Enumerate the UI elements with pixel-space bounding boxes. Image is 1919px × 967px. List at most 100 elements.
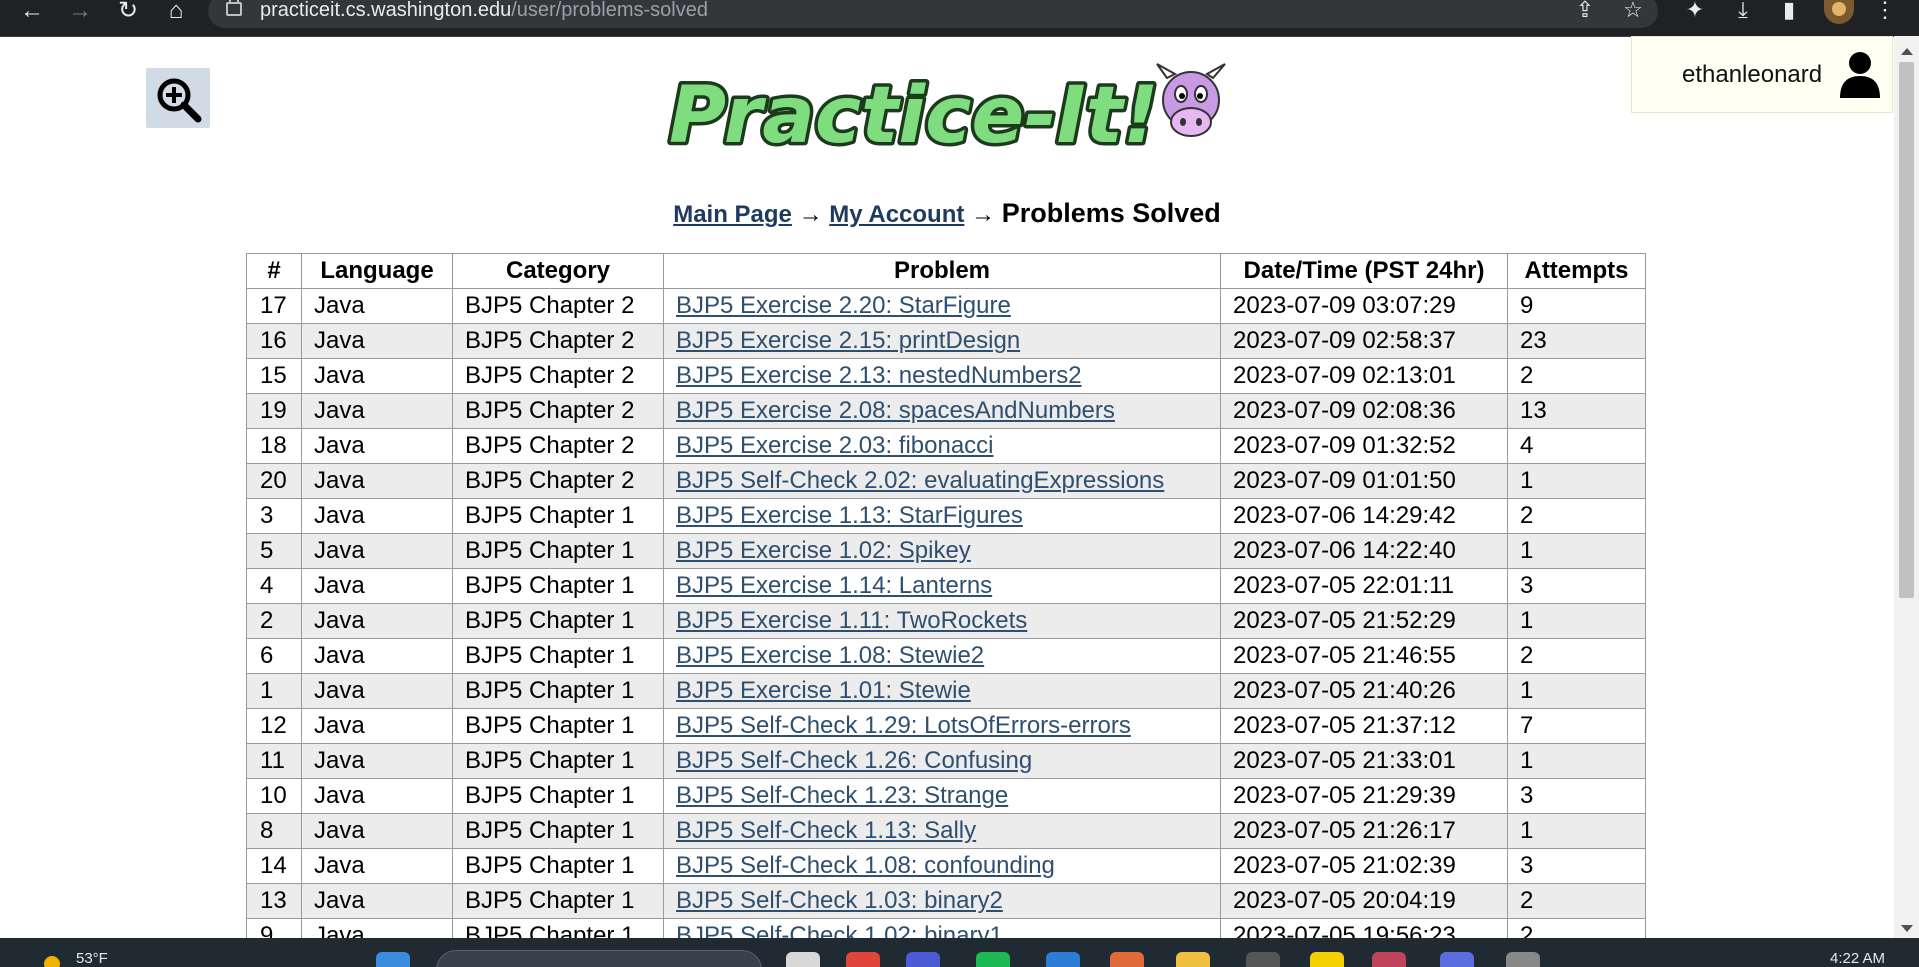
spotify-taskbar-icon[interactable] [976, 952, 1010, 967]
problem-link[interactable]: BJP5 Self-Check 2.02: evaluatingExpressi… [676, 467, 1164, 494]
row-attempts: 9 [1507, 288, 1646, 324]
row-problem: BJP5 Exercise 1.08: Stewie2 [663, 638, 1221, 674]
row-language: Java [301, 813, 453, 849]
taskbar-app-icon[interactable] [1246, 952, 1280, 967]
problem-link[interactable]: BJP5 Self-Check 1.29: LotsOfErrors-error… [676, 712, 1131, 739]
username[interactable]: ethanleonard [1682, 61, 1822, 89]
problem-link[interactable]: BJP5 Exercise 1.14: Lanterns [676, 572, 992, 599]
breadcrumb-arrow: → [798, 201, 823, 228]
row-number: 13 [246, 883, 302, 919]
row-number: 15 [246, 358, 302, 394]
row-problem: BJP5 Exercise 2.13: nestedNumbers2 [663, 358, 1221, 394]
row-language: Java [301, 743, 453, 779]
row-problem: BJP5 Exercise 2.08: spacesAndNumbers [663, 393, 1221, 429]
breadcrumb-my-account-link[interactable]: My Account [829, 201, 964, 228]
row-category: BJP5 Chapter 1 [452, 848, 664, 884]
chrome-taskbar-icon[interactable] [846, 952, 880, 967]
row-number: 11 [246, 743, 302, 779]
row-language: Java [301, 708, 453, 744]
row-language: Java [301, 288, 453, 324]
problem-link[interactable]: BJP5 Self-Check 1.03: binary2 [676, 887, 1003, 914]
taskbar-app-icon[interactable] [786, 952, 820, 967]
row-language: Java [301, 638, 453, 674]
row-problem: BJP5 Exercise 2.20: StarFigure [663, 288, 1221, 324]
url-text[interactable]: practiceit.cs.washington.edu/user/proble… [260, 0, 708, 22]
row-attempts: 7 [1507, 708, 1646, 744]
kebab-menu-icon[interactable]: ⋮ [1870, 0, 1900, 22]
problem-link[interactable]: BJP5 Self-Check 1.08: confounding [676, 852, 1055, 879]
breadcrumb: Main Page → My Account → Problems Solved [0, 198, 1894, 229]
taskbar-search[interactable] [436, 950, 762, 967]
row-language: Java [301, 498, 453, 534]
row-number: 3 [246, 498, 302, 534]
profile-avatar-icon[interactable] [1824, 0, 1854, 24]
home-icon[interactable]: ⌂ [158, 0, 194, 26]
windows-start-icon[interactable] [376, 952, 410, 967]
header-language: Language [301, 253, 453, 289]
problem-link[interactable]: BJP5 Exercise 2.13: nestedNumbers2 [676, 362, 1082, 389]
row-problem: BJP5 Self-Check 1.03: binary2 [663, 883, 1221, 919]
taskbar-clock[interactable]: 4:22 AM [1830, 950, 1885, 967]
side-panel-icon[interactable]: ▮ [1774, 0, 1804, 22]
page-scrollbar[interactable] [1894, 36, 1919, 938]
row-number: 5 [246, 533, 302, 569]
star-icon[interactable]: ☆ [1618, 0, 1648, 22]
reload-icon[interactable]: ↻ [110, 0, 146, 26]
download-icon[interactable]: ⤓ [1728, 0, 1758, 22]
practice-it-logo[interactable]: Practice-It! Practice-It! [665, 56, 1235, 165]
row-number: 4 [246, 568, 302, 604]
row-category: BJP5 Chapter 2 [452, 323, 664, 359]
breadcrumb-main-page-link[interactable]: Main Page [673, 201, 792, 228]
scroll-up-arrow-icon[interactable] [1901, 48, 1913, 55]
problem-link[interactable]: BJP5 Exercise 2.15: printDesign [676, 327, 1020, 354]
problem-link[interactable]: BJP5 Exercise 1.13: StarFigures [676, 502, 1023, 529]
back-arrow-icon[interactable]: ← [14, 0, 50, 26]
problem-link[interactable]: BJP5 Self-Check 1.26: Confusing [676, 747, 1032, 774]
row-problem: BJP5 Exercise 2.03: fibonacci [663, 428, 1221, 464]
row-number: 1 [246, 673, 302, 709]
taskbar-app-icon[interactable] [906, 952, 940, 967]
row-language: Java [301, 533, 453, 569]
weather-icon[interactable] [44, 956, 60, 967]
taskbar-app-icon[interactable] [1440, 952, 1474, 967]
row-attempts: 2 [1507, 638, 1646, 674]
file-explorer-taskbar-icon[interactable] [1176, 952, 1210, 967]
scroll-down-arrow-icon[interactable] [1901, 925, 1913, 932]
row-number: 10 [246, 778, 302, 814]
weather-temperature[interactable]: 53°F [76, 950, 108, 967]
scrollbar-thumb[interactable] [1899, 62, 1914, 598]
breadcrumb-arrow: → [971, 201, 996, 228]
row-attempts: 2 [1507, 498, 1646, 534]
problem-link[interactable]: BJP5 Self-Check 1.23: Strange [676, 782, 1008, 809]
row-datetime: 2023-07-05 21:33:01 [1220, 743, 1508, 779]
taskbar-app-icon[interactable] [1110, 952, 1144, 967]
table-row: 16 Java BJP5 Chapter 2 BJP5 Exercise 2.15: … [246, 323, 1646, 359]
row-category: BJP5 Chapter 2 [452, 463, 664, 499]
problem-link[interactable]: BJP5 Exercise 2.08: spacesAndNumbers [676, 397, 1115, 424]
taskbar-app-icon[interactable] [1310, 952, 1344, 967]
problem-link[interactable]: BJP5 Exercise 1.01: Stewie [676, 677, 971, 704]
forward-arrow-icon[interactable]: → [62, 0, 98, 26]
problem-link[interactable]: BJP5 Self-Check 1.13: Sally [676, 817, 976, 844]
lock-icon[interactable] [226, 0, 242, 16]
row-category: BJP5 Chapter 1 [452, 533, 664, 569]
taskbar-app-icon[interactable] [1046, 952, 1080, 967]
zoom-button[interactable] [146, 68, 210, 128]
taskbar-app-icon[interactable] [1506, 952, 1540, 967]
table-row: 8 Java BJP5 Chapter 1 BJP5 Self-Check 1.13:… [246, 813, 1646, 849]
problem-link[interactable]: BJP5 Exercise 1.08: Stewie2 [676, 642, 984, 669]
user-panel[interactable]: ethanleonard [1631, 36, 1893, 113]
row-datetime: 2023-07-05 21:26:17 [1220, 813, 1508, 849]
problem-link[interactable]: BJP5 Exercise 2.03: fibonacci [676, 432, 994, 459]
table-row: 17 Java BJP5 Chapter 2 BJP5 Exercise 2.20: … [246, 288, 1646, 324]
row-datetime: 2023-07-09 02:08:36 [1220, 393, 1508, 429]
taskbar-app-icon[interactable] [1372, 952, 1406, 967]
browser-toolbar: ← → ↻ ⌂ practiceit.cs.washington.edu/use… [0, 0, 1919, 37]
problem-link[interactable]: BJP5 Exercise 2.20: StarFigure [676, 292, 1011, 319]
row-problem: BJP5 Exercise 1.11: TwoRockets [663, 603, 1221, 639]
problem-link[interactable]: BJP5 Exercise 1.11: TwoRockets [676, 607, 1027, 634]
share-icon[interactable]: ⇪ [1570, 0, 1600, 22]
problem-link[interactable]: BJP5 Exercise 1.02: Spikey [676, 537, 971, 564]
row-number: 8 [246, 813, 302, 849]
extensions-icon[interactable]: ✦ [1680, 0, 1710, 22]
